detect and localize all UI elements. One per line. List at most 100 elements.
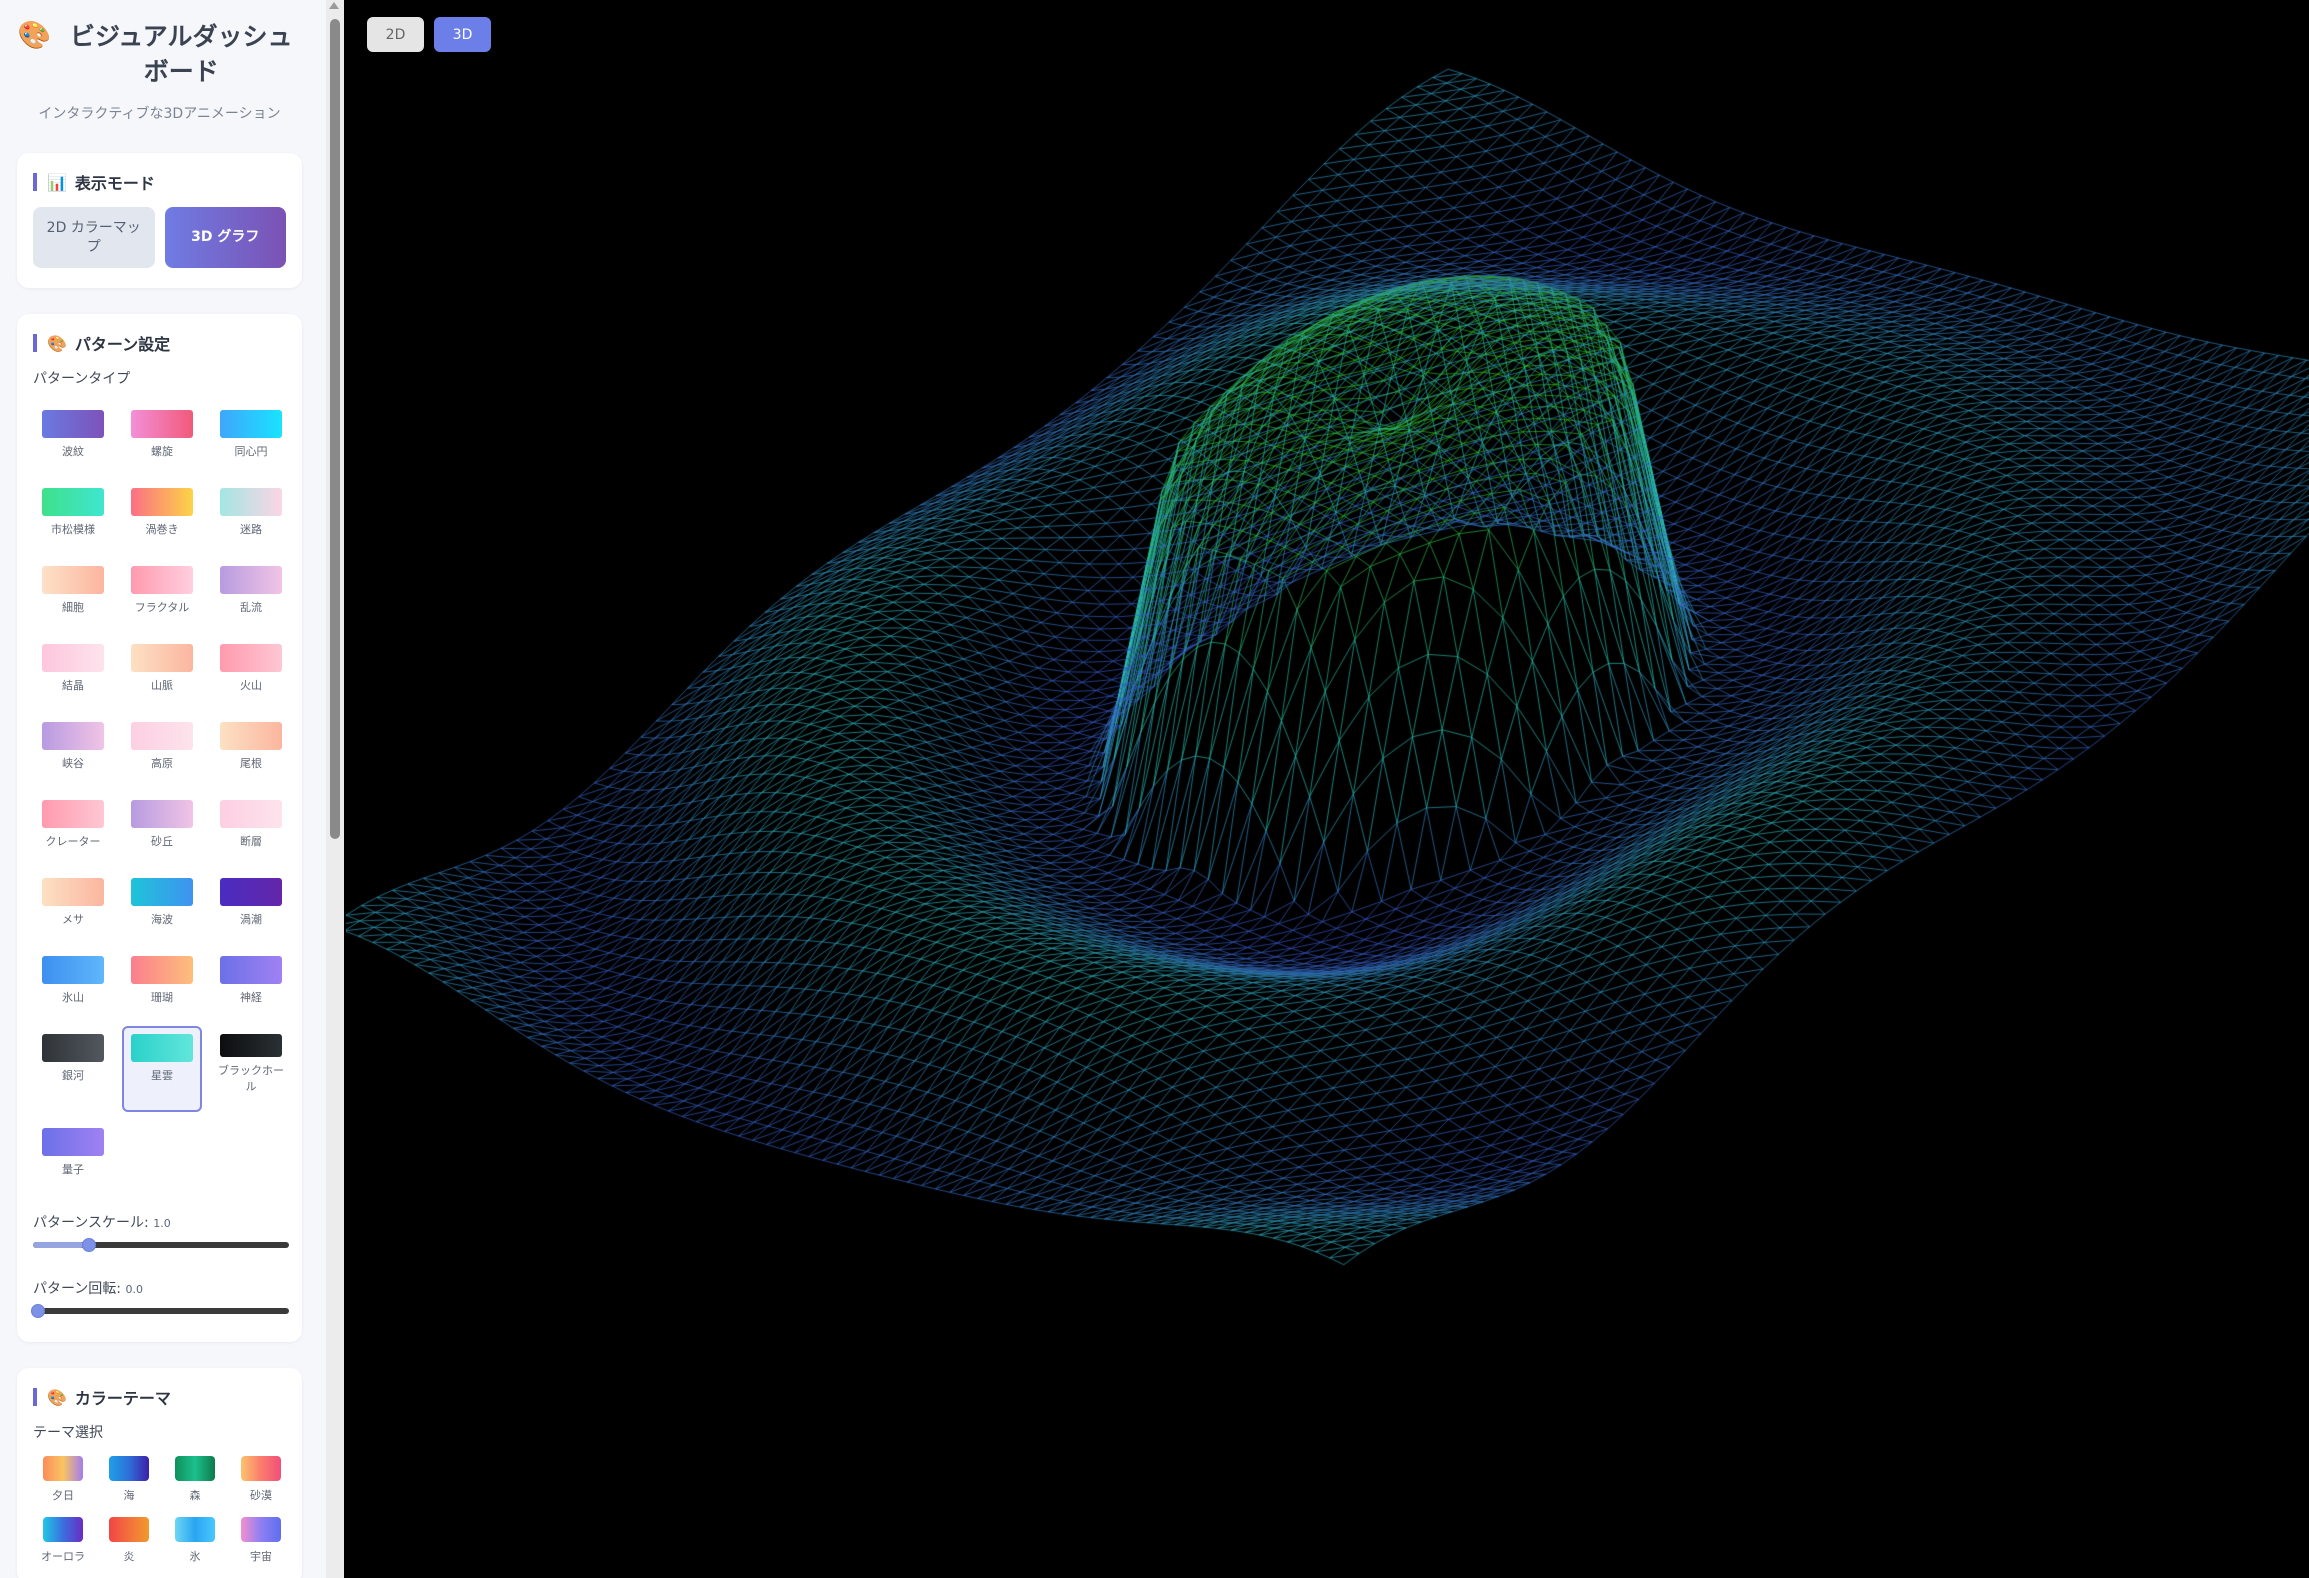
pattern-option-label: 尾根	[240, 757, 262, 770]
pattern-option-label: 乱流	[240, 601, 262, 614]
theme-option[interactable]: 夕日	[33, 1456, 93, 1503]
pattern-option[interactable]: 氷山	[33, 948, 113, 1018]
pattern-option[interactable]: フラクタル	[122, 558, 202, 628]
pattern-option[interactable]: 市松模様	[33, 480, 113, 550]
display-mode-title-text: 表示モード	[74, 174, 155, 193]
pattern-option[interactable]: メサ	[33, 870, 113, 940]
pattern-swatch	[131, 878, 193, 906]
pattern-option-label: 螺旋	[151, 445, 173, 458]
pattern-option[interactable]: 結晶	[33, 636, 113, 706]
theme-option-label: 海	[123, 1489, 135, 1502]
pattern-scale-control: パターンスケール: 1.0	[33, 1212, 289, 1252]
app-title-text: ビジュアルダッシュボード	[70, 22, 293, 86]
theme-option[interactable]: オーロラ	[33, 1517, 93, 1564]
pattern-option[interactable]: 尾根	[211, 714, 291, 784]
app-subtitle: インタラクティブな3Dアニメーション	[38, 106, 281, 122]
pattern-scale-thumb[interactable]	[82, 1238, 97, 1252]
pattern-option-label: 砂丘	[151, 835, 173, 848]
theme-swatch	[241, 1517, 281, 1542]
mode-buttons: 2D カラーマップ 3D グラフ	[33, 207, 286, 268]
pattern-option[interactable]: 断層	[211, 792, 291, 862]
pattern-option[interactable]: 高原	[122, 714, 202, 784]
palette-icon: 🎨	[47, 1387, 67, 1407]
pattern-option[interactable]: 螺旋	[122, 402, 202, 472]
theme-option[interactable]: 海	[99, 1456, 159, 1503]
pattern-title: 🎨 パターン設定	[33, 334, 286, 354]
pattern-scale-label-text: パターンスケール:	[33, 1215, 149, 1231]
scrollbar-thumb[interactable]	[330, 19, 340, 839]
pattern-option[interactable]: 同心円	[211, 402, 291, 472]
color-theme-panel: 🎨 カラーテーマ テーマ選択 夕日 海 森 砂漠オーロラ 炎 氷 宇宙	[17, 1368, 302, 1578]
theme-option[interactable]: 宇宙	[231, 1517, 291, 1564]
pattern-option[interactable]: 珊瑚	[122, 948, 202, 1018]
theme-option[interactable]: 森	[165, 1456, 225, 1503]
pattern-rotation-thumb[interactable]	[31, 1304, 45, 1318]
pattern-option[interactable]: 迷路	[211, 480, 291, 550]
pattern-rotation-slider[interactable]	[31, 1304, 289, 1318]
view-3d-button[interactable]: 3D	[434, 17, 491, 52]
theme-option-label: 砂漠	[250, 1489, 272, 1502]
pattern-option[interactable]: 峡谷	[33, 714, 113, 784]
theme-option-label: 森	[189, 1489, 201, 1502]
theme-select-label: テーマ選択	[33, 1425, 103, 1441]
pattern-option[interactable]: 細胞	[33, 558, 113, 628]
pattern-panel: 🎨 パターン設定 パターンタイプ 波紋 螺旋 同心円 市松模様 渦巻き 迷路 細胞 フラクタル…	[17, 314, 302, 1342]
theme-option[interactable]: 炎	[99, 1517, 159, 1564]
pattern-option-label: 結晶	[62, 679, 84, 692]
theme-option[interactable]: 氷	[165, 1517, 225, 1564]
pattern-swatch	[131, 644, 193, 672]
app-title: 🎨 ビジュアルダッシュボード	[17, 20, 302, 89]
display-mode-panel: 📊 表示モード 2D カラーマップ 3D グラフ	[17, 153, 302, 288]
pattern-swatch	[220, 800, 282, 828]
pattern-option[interactable]: 波紋	[33, 402, 113, 472]
3d-wireframe-canvas[interactable]	[346, 0, 2309, 1578]
color-theme-title-text: カラーテーマ	[74, 1389, 171, 1408]
scroll-up-arrow-icon[interactable]	[329, 2, 339, 9]
pattern-option[interactable]: 渦潮	[211, 870, 291, 940]
pattern-scale-fill	[33, 1242, 85, 1248]
theme-option[interactable]: 砂漠	[231, 1456, 291, 1503]
main-canvas-area[interactable]: 2D 3D	[346, 0, 2309, 1578]
pattern-swatch	[220, 566, 282, 594]
pattern-option-label: 氷山	[62, 991, 84, 1004]
view-2d-button[interactable]: 2D	[367, 17, 424, 52]
pattern-option[interactable]: 銀河	[33, 1026, 113, 1096]
theme-swatch	[43, 1517, 83, 1542]
mode-2d-colormap-button[interactable]: 2D カラーマップ	[33, 207, 155, 268]
pattern-swatch	[42, 956, 104, 984]
theme-swatch	[109, 1517, 149, 1542]
sidebar-scrollbar[interactable]	[326, 0, 344, 1578]
theme-option-label: オーロラ	[41, 1550, 85, 1563]
pattern-swatch	[131, 800, 193, 828]
pattern-option[interactable]: クレーター	[33, 792, 113, 862]
theme-option-label: 夕日	[52, 1489, 74, 1502]
pattern-swatch	[42, 488, 104, 516]
pattern-scale-slider[interactable]	[33, 1238, 289, 1252]
pattern-option-label: 銀河	[62, 1069, 84, 1082]
mode-3d-graph-button[interactable]: 3D グラフ	[164, 207, 286, 268]
pattern-option[interactable]: 山脈	[122, 636, 202, 706]
pattern-option[interactable]: 神経	[211, 948, 291, 1018]
palette-icon: 🎨	[17, 20, 52, 51]
pattern-swatch	[131, 566, 193, 594]
pattern-option-label: 波紋	[62, 445, 84, 458]
pattern-option[interactable]: 砂丘	[122, 792, 202, 862]
pattern-swatch	[220, 1034, 282, 1058]
pattern-option-label: 星雲	[151, 1069, 173, 1082]
pattern-option-label: クレーター	[45, 835, 101, 848]
pattern-option[interactable]: 乱流	[211, 558, 291, 628]
pattern-option[interactable]: ブラックホール	[211, 1026, 291, 1096]
pattern-option-label: 細胞	[62, 601, 84, 614]
pattern-option[interactable]: 星雲	[122, 1026, 202, 1112]
pattern-option[interactable]: 量子	[33, 1120, 113, 1190]
theme-option-label: 氷	[189, 1550, 201, 1563]
pattern-swatch	[42, 722, 104, 750]
pattern-option-label: 海波	[151, 913, 173, 926]
theme-swatch	[241, 1456, 281, 1481]
pattern-option-label: 同心円	[234, 445, 268, 458]
pattern-option-label: 山脈	[151, 679, 173, 692]
pattern-option[interactable]: 海波	[122, 870, 202, 940]
pattern-swatch	[131, 410, 193, 438]
pattern-option[interactable]: 火山	[211, 636, 291, 706]
pattern-option[interactable]: 渦巻き	[122, 480, 202, 550]
